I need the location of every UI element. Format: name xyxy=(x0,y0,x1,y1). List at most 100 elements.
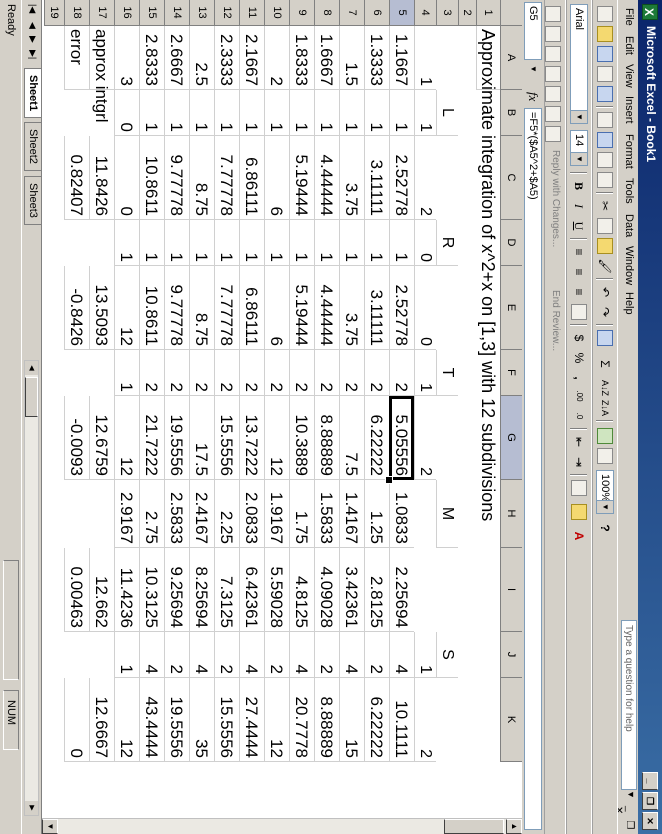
sheet-tab-sheet3[interactable]: Sheet3 xyxy=(24,176,41,225)
menu-help[interactable]: Help xyxy=(623,292,635,315)
cell-i7[interactable]: 3.42361 xyxy=(339,548,364,632)
cell-b14[interactable]: 1 xyxy=(164,90,189,136)
cell-h6[interactable]: 1.25 xyxy=(364,480,389,548)
cell-i14[interactable]: 9.25694 xyxy=(164,548,189,632)
cell-f11[interactable]: 2 xyxy=(239,350,264,396)
cell-k8[interactable]: 8.88889 xyxy=(314,678,339,762)
print-icon[interactable] xyxy=(597,112,613,128)
row-header-15[interactable]: 15 xyxy=(139,0,164,26)
font-color-icon[interactable]: A xyxy=(571,528,587,544)
column-header-g[interactable]: G xyxy=(500,396,522,480)
cell-a17[interactable]: approx intgrl xyxy=(89,26,114,123)
row-header-8[interactable]: 8 xyxy=(314,0,339,26)
cell-e7[interactable]: 3.75 xyxy=(339,266,364,350)
cell-i15[interactable]: 10.3125 xyxy=(139,548,164,632)
cell-i10[interactable]: 5.59028 xyxy=(264,548,289,632)
column-header-k[interactable]: K xyxy=(500,678,522,762)
cell-j14[interactable]: 2 xyxy=(164,632,189,678)
cell-k11[interactable]: 27.4444 xyxy=(239,678,264,762)
row-header-19[interactable]: 19 xyxy=(44,0,64,26)
column-header-e[interactable]: E xyxy=(500,266,522,350)
cell-d13[interactable]: 1 xyxy=(189,220,214,266)
cell-k9[interactable]: 20.7778 xyxy=(289,678,314,762)
cell-b4[interactable]: 1 xyxy=(414,90,436,136)
cell-b8[interactable]: 1 xyxy=(314,90,339,136)
permission-icon[interactable] xyxy=(597,66,613,82)
cell-b6[interactable]: 1 xyxy=(364,90,389,136)
borders-icon[interactable] xyxy=(571,480,587,496)
cell-a14[interactable]: 2.6667 xyxy=(164,26,189,90)
cell-b5[interactable]: 1 xyxy=(389,90,414,136)
cell-d5[interactable]: 1 xyxy=(389,220,414,266)
percent-button[interactable]: % xyxy=(571,350,587,366)
cell-e10[interactable]: 6 xyxy=(264,266,289,350)
restore-button[interactable]: ❐ xyxy=(642,792,658,810)
sort-ascending-icon[interactable]: A↓Z xyxy=(597,380,613,396)
decrease-indent-icon[interactable]: ⇤ xyxy=(571,434,587,450)
align-right-icon[interactable]: ≡ xyxy=(571,284,587,300)
cell-h14[interactable]: 2.5833 xyxy=(164,480,189,548)
review-icon-2[interactable] xyxy=(545,26,561,42)
review-icon-7[interactable] xyxy=(545,126,561,142)
cell-c18[interactable]: 0.82407 xyxy=(64,136,89,220)
cell-h11[interactable]: 2.0833 xyxy=(239,480,264,548)
cell-e15[interactable]: 10.8611 xyxy=(139,266,164,350)
cell-e16[interactable]: 12 xyxy=(114,266,139,350)
cell-a7[interactable]: 1.5 xyxy=(339,26,364,90)
copy-icon[interactable] xyxy=(597,218,613,234)
menu-data[interactable]: Data xyxy=(623,214,635,237)
email-icon[interactable] xyxy=(597,86,613,102)
increase-indent-icon[interactable]: ⇥ xyxy=(571,454,587,470)
cell-g15[interactable]: 21.7222 xyxy=(139,396,164,480)
cell-j6[interactable]: 2 xyxy=(364,632,389,678)
drawing-icon[interactable] xyxy=(597,448,613,464)
column-header-i[interactable]: I xyxy=(500,548,522,632)
autosum-icon[interactable]: Σ xyxy=(597,356,613,372)
cell-c5[interactable]: 2.52778 xyxy=(389,136,414,220)
help-question-input[interactable]: Type a question for help xyxy=(621,620,637,790)
cell-b13[interactable]: 1 xyxy=(189,90,214,136)
cell-g18[interactable]: -0.0093 xyxy=(64,396,89,480)
cell-g6[interactable]: 6.22222 xyxy=(364,396,389,480)
cell-a15[interactable]: 2.8333 xyxy=(139,26,164,90)
cell-k14[interactable]: 19.5556 xyxy=(164,678,189,762)
scroll-left-icon[interactable]: ◀ xyxy=(25,361,38,375)
research-icon[interactable] xyxy=(597,172,613,188)
font-size-select[interactable]: 14 ▼ xyxy=(570,130,588,166)
cell-g13[interactable]: 17.5 xyxy=(189,396,214,480)
cell-b12[interactable]: 1 xyxy=(214,90,239,136)
cell-g8[interactable]: 8.88889 xyxy=(314,396,339,480)
review-icon-6[interactable] xyxy=(545,106,561,122)
cell-i5[interactable]: 2.25694 xyxy=(389,548,414,632)
review-icon-3[interactable] xyxy=(545,46,561,62)
cell-b9[interactable]: 1 xyxy=(289,90,314,136)
italic-button[interactable]: I xyxy=(571,198,587,214)
column-header-a[interactable]: A xyxy=(500,26,522,90)
cell-b10[interactable]: 1 xyxy=(264,90,289,136)
cell-j16[interactable]: 1 xyxy=(114,632,139,678)
sort-descending-icon[interactable]: Z↓A xyxy=(597,400,613,416)
cell-c13[interactable]: 8.75 xyxy=(189,136,214,220)
row-header-11[interactable]: 11 xyxy=(239,0,264,26)
sheet-tab-sheet2[interactable]: Sheet2 xyxy=(24,122,41,171)
cell-e4[interactable]: 0 xyxy=(414,266,436,350)
cell-d10[interactable]: 1 xyxy=(264,220,289,266)
cell-k12[interactable]: 15.5556 xyxy=(214,678,239,762)
row-header-12[interactable]: 12 xyxy=(214,0,239,26)
new-icon[interactable] xyxy=(597,6,613,22)
cell-a1[interactable]: Approximate integration of x^2+x on [1,3… xyxy=(476,26,500,521)
cell-k15[interactable]: 43.4444 xyxy=(139,678,164,762)
cell-e11[interactable]: 6.86111 xyxy=(239,266,264,350)
cell-a10[interactable]: 2 xyxy=(264,26,289,90)
cell-a5[interactable]: 1.1667 xyxy=(389,26,414,90)
column-header-c[interactable]: C xyxy=(500,136,522,220)
cut-icon[interactable]: ✂ xyxy=(597,198,613,214)
cell-f4[interactable]: 1 xyxy=(414,350,436,396)
cell-i6[interactable]: 2.8125 xyxy=(364,548,389,632)
comma-button[interactable]: , xyxy=(571,370,587,386)
cell-e6[interactable]: 3.11111 xyxy=(364,266,389,350)
excel-app-icon[interactable]: X xyxy=(642,4,658,20)
horizontal-scrollbar[interactable]: ◀ ▶ xyxy=(24,360,39,816)
cell-d7[interactable]: 1 xyxy=(339,220,364,266)
horizontal-scroll-thumb[interactable] xyxy=(25,377,38,417)
